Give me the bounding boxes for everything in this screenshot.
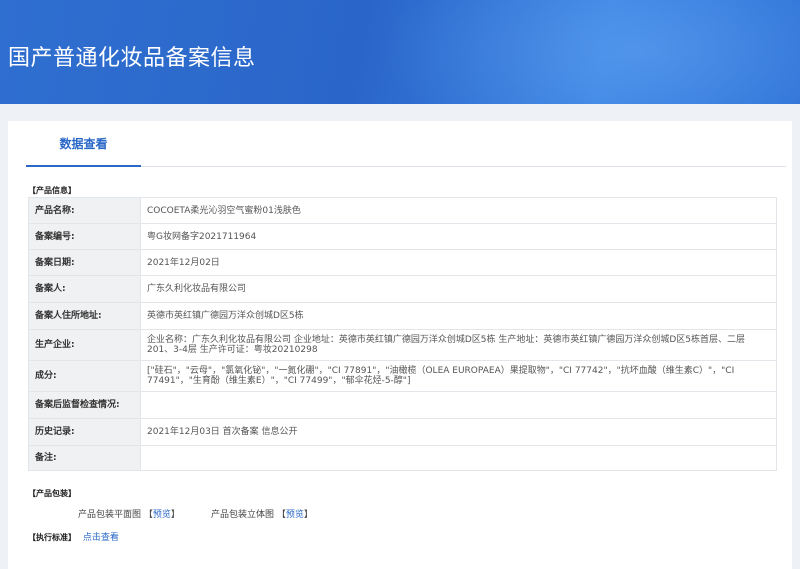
row-value: 英德市英红镇广德园万洋众创城D区5栋 — [140, 302, 777, 330]
row-value: 2021年12月02日 — [140, 249, 777, 276]
packaging-stereo-item: 产品包装立体图 【预览】 — [211, 507, 313, 520]
row-value: 2021年12月03日 首次备案 信息公开 — [140, 418, 777, 446]
table-row: 备案编号: 粤G妆网备字2021711964 — [28, 223, 777, 250]
page-title: 国产普通化妆品备案信息 — [8, 46, 256, 71]
row-value: 企业名称：广东久利化妆品有限公司 企业地址：英德市英红镇广德园万洋众创城D区5栋… — [140, 329, 777, 361]
bracket-open: 【 — [143, 510, 153, 520]
packaging-flat-preview-link[interactable]: 预览 — [153, 510, 171, 520]
row-key: 生产企业: — [28, 329, 141, 361]
packaging-stereo-label: 产品包装立体图 — [211, 510, 275, 520]
table-row: 成分: ["硅石"，"云母"，"氯氧化铋"，"一氮化硼"，"CI 77891"，… — [28, 360, 777, 392]
row-value — [140, 445, 777, 471]
exec-standard-view-link[interactable]: 点击查看 — [83, 533, 119, 543]
exec-standard-section-label: 【执行标准】 — [28, 533, 76, 542]
row-value: 粤G妆网备字2021711964 — [140, 223, 777, 250]
table-row: 备案后监督检查情况: — [28, 391, 777, 419]
table-row: 备案人住所地址: 英德市英红镇广德园万洋众创城D区5栋 — [28, 302, 777, 330]
row-key: 备案编号: — [28, 223, 141, 250]
bracket-open: 【 — [276, 510, 286, 520]
tab-data-view[interactable]: 数据查看 — [26, 121, 141, 167]
tab-bar: 数据查看 — [26, 121, 786, 167]
row-key: 备案日期: — [28, 249, 141, 276]
row-key: 产品名称: — [28, 197, 141, 224]
row-value: COCOETA柔光沁羽空气蜜粉01浅肤色 — [140, 197, 777, 224]
table-row: 生产企业: 企业名称：广东久利化妆品有限公司 企业地址：英德市英红镇广德园万洋众… — [28, 329, 777, 361]
row-value — [140, 391, 777, 419]
bracket-close: 】 — [170, 510, 180, 520]
table-row: 产品名称: COCOETA柔光沁羽空气蜜粉01浅肤色 — [28, 197, 777, 224]
table-row: 备注: — [28, 445, 777, 471]
product-info-section-label: 【产品信息】 — [28, 186, 76, 195]
row-key: 备注: — [28, 445, 141, 471]
row-value: ["硅石"，"云母"，"氯氧化铋"，"一氮化硼"，"CI 77891"，"油橄榄… — [140, 360, 777, 392]
header-banner: 国产普通化妆品备案信息 — [0, 0, 800, 104]
table-row: 历史记录: 2021年12月03日 首次备案 信息公开 — [28, 418, 777, 446]
exec-standard-row: 【执行标准】 点击查看 — [28, 530, 119, 543]
packaging-flat-label: 产品包装平面图 — [78, 510, 142, 520]
row-key: 成分: — [28, 360, 141, 392]
product-info-table: 产品名称: COCOETA柔光沁羽空气蜜粉01浅肤色 备案编号: 粤G妆网备字2… — [28, 197, 777, 471]
row-key: 备案后监督检查情况: — [28, 391, 141, 419]
main-panel: 数据查看 【产品信息】 产品名称: COCOETA柔光沁羽空气蜜粉01浅肤色 备… — [8, 121, 792, 569]
packaging-section-label: 【产品包装】 — [28, 489, 76, 498]
table-row: 备案人: 广东久利化妆品有限公司 — [28, 275, 777, 303]
row-key: 备案人: — [28, 275, 141, 303]
row-key: 备案人住所地址: — [28, 302, 141, 330]
table-row: 备案日期: 2021年12月02日 — [28, 249, 777, 276]
row-key: 历史记录: — [28, 418, 141, 446]
row-value: 广东久利化妆品有限公司 — [140, 275, 777, 303]
packaging-stereo-preview-link[interactable]: 预览 — [286, 510, 304, 520]
packaging-flat-item: 产品包装平面图 【预览】 — [78, 507, 180, 520]
bracket-close: 】 — [303, 510, 313, 520]
